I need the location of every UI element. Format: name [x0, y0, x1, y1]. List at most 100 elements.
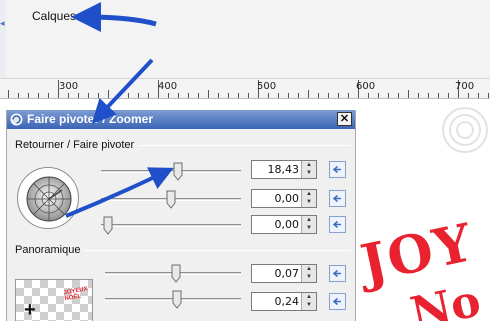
flip-spinbox[interactable]: 0,00 ▲ ▼ — [251, 215, 317, 234]
ruler-tick — [48, 93, 49, 98]
reset-arrow-icon — [332, 220, 341, 229]
ruler-label: 500 — [257, 81, 277, 92]
ruler-tick — [178, 93, 179, 98]
ruler-tick — [438, 93, 439, 98]
ruler-tick — [408, 90, 409, 98]
ruler-tick — [418, 93, 419, 98]
spin-arrows-icon[interactable]: ▲ ▼ — [301, 216, 316, 233]
reset-arrow-icon — [332, 165, 341, 174]
ruler-tick — [368, 93, 369, 98]
ruler-tick — [198, 93, 199, 98]
rotation-knob[interactable] — [17, 167, 79, 229]
ruler-tick — [28, 93, 29, 98]
ruler-tick — [318, 93, 319, 98]
ruler-tick — [128, 93, 129, 98]
spin-arrows-icon[interactable]: ▲ ▼ — [301, 293, 316, 310]
canvas-text-line2: No — [406, 275, 486, 321]
ruler-tick — [488, 93, 489, 98]
ruler-tick — [288, 93, 289, 98]
slider-thumb[interactable] — [171, 264, 181, 283]
pan-y-value[interactable]: 0,24 — [275, 295, 300, 308]
reset-button[interactable] — [329, 216, 346, 233]
ruler-tick — [278, 93, 279, 98]
ruler-label: 400 — [158, 81, 178, 92]
slider-track[interactable] — [101, 224, 241, 227]
ruler-tick — [468, 93, 469, 98]
dialog-title: Faire pivoter / Zoomer — [27, 112, 154, 126]
tilt-value[interactable]: 0,00 — [275, 192, 300, 205]
angle-value[interactable]: 18,43 — [268, 163, 300, 176]
image-canvas[interactable]: JOY No — [355, 100, 490, 321]
ruler-tick — [338, 93, 339, 98]
ruler-tick — [78, 93, 79, 98]
ruler-tick — [248, 93, 249, 98]
ruler-tick — [108, 90, 109, 98]
ruler-label: 600 — [356, 81, 376, 92]
slider-thumb[interactable] — [166, 190, 176, 209]
ruler-tick — [238, 93, 239, 98]
rotate-zoom-icon — [10, 113, 23, 126]
left-panel-edge — [0, 0, 6, 78]
ruler-tick — [168, 93, 169, 98]
reset-button[interactable] — [329, 265, 346, 282]
ruler-label: 700 — [455, 81, 475, 92]
ruler-label: 300 — [59, 81, 79, 92]
spin-arrows-icon[interactable]: ▲ ▼ — [301, 265, 316, 282]
ruler-tick — [88, 93, 89, 98]
ruler-tick — [448, 93, 449, 98]
reset-button[interactable] — [329, 293, 346, 310]
ruler-tick — [18, 93, 19, 98]
crosshair-icon: + — [24, 299, 36, 321]
reset-arrow-icon — [332, 194, 341, 203]
flip-value[interactable]: 0,00 — [275, 218, 300, 231]
ruler-tick — [138, 93, 139, 98]
ruler-tick — [38, 93, 39, 98]
ruler-tick — [378, 93, 379, 98]
ruler-tick — [398, 93, 399, 98]
pan-x-spinbox[interactable]: 0,07 ▲ ▼ — [251, 264, 317, 283]
close-icon: ✕ — [339, 113, 350, 125]
ruler-tick — [118, 93, 119, 98]
ruler-tick — [328, 93, 329, 98]
spin-arrows-icon[interactable]: ▲ ▼ — [301, 161, 316, 178]
pan-section-label: Panoramique — [15, 244, 85, 256]
angle-spinbox[interactable]: 18,43 ▲ ▼ — [251, 160, 317, 179]
tilt-spinbox[interactable]: 0,00 ▲ ▼ — [251, 189, 317, 208]
pan-preview[interactable]: + JOYEUX NOËL — [15, 279, 93, 321]
ruler-tick — [188, 93, 189, 98]
ruler-tick — [478, 93, 479, 98]
panel-marker-icon: ◂ — [0, 18, 5, 28]
calques-label[interactable]: Calques — [32, 9, 76, 23]
slider-thumb[interactable] — [103, 216, 113, 235]
ruler-tick — [228, 93, 229, 98]
ruler-tick — [218, 93, 219, 98]
slider-track[interactable] — [101, 170, 241, 173]
close-button[interactable]: ✕ — [337, 112, 352, 126]
ruler-tick — [308, 90, 309, 98]
preview-text: JOYEUX NOËL — [63, 286, 89, 303]
ruler-tick — [428, 93, 429, 98]
ruler-tick — [298, 93, 299, 98]
pan-x-value[interactable]: 0,07 — [275, 267, 300, 280]
ruler-tick — [348, 93, 349, 98]
ruler-tick — [148, 93, 149, 98]
ruler-tick — [208, 90, 209, 98]
ruler-tick — [388, 93, 389, 98]
ruler-tick — [98, 93, 99, 98]
slider-thumb[interactable] — [173, 162, 183, 181]
reset-arrow-icon — [332, 269, 341, 278]
slider-thumb[interactable] — [172, 290, 182, 309]
ruler-tick — [8, 90, 9, 98]
swirl-decoration-icon — [442, 107, 488, 153]
dialog-titlebar[interactable]: Faire pivoter / Zoomer ✕ — [7, 110, 355, 129]
horizontal-ruler: 300 400 500 600 700 — [0, 78, 490, 99]
reset-arrow-icon — [332, 297, 341, 306]
spin-arrows-icon[interactable]: ▲ ▼ — [301, 190, 316, 207]
ruler-tick — [68, 93, 69, 98]
rotation-knob-icon — [26, 176, 72, 222]
pan-y-spinbox[interactable]: 0,24 ▲ ▼ — [251, 292, 317, 311]
rotate-zoom-dialog: Faire pivoter / Zoomer ✕ Retourner / Fai… — [6, 110, 356, 321]
reset-button[interactable] — [329, 190, 346, 207]
ruler-tick — [268, 93, 269, 98]
reset-button[interactable] — [329, 161, 346, 178]
